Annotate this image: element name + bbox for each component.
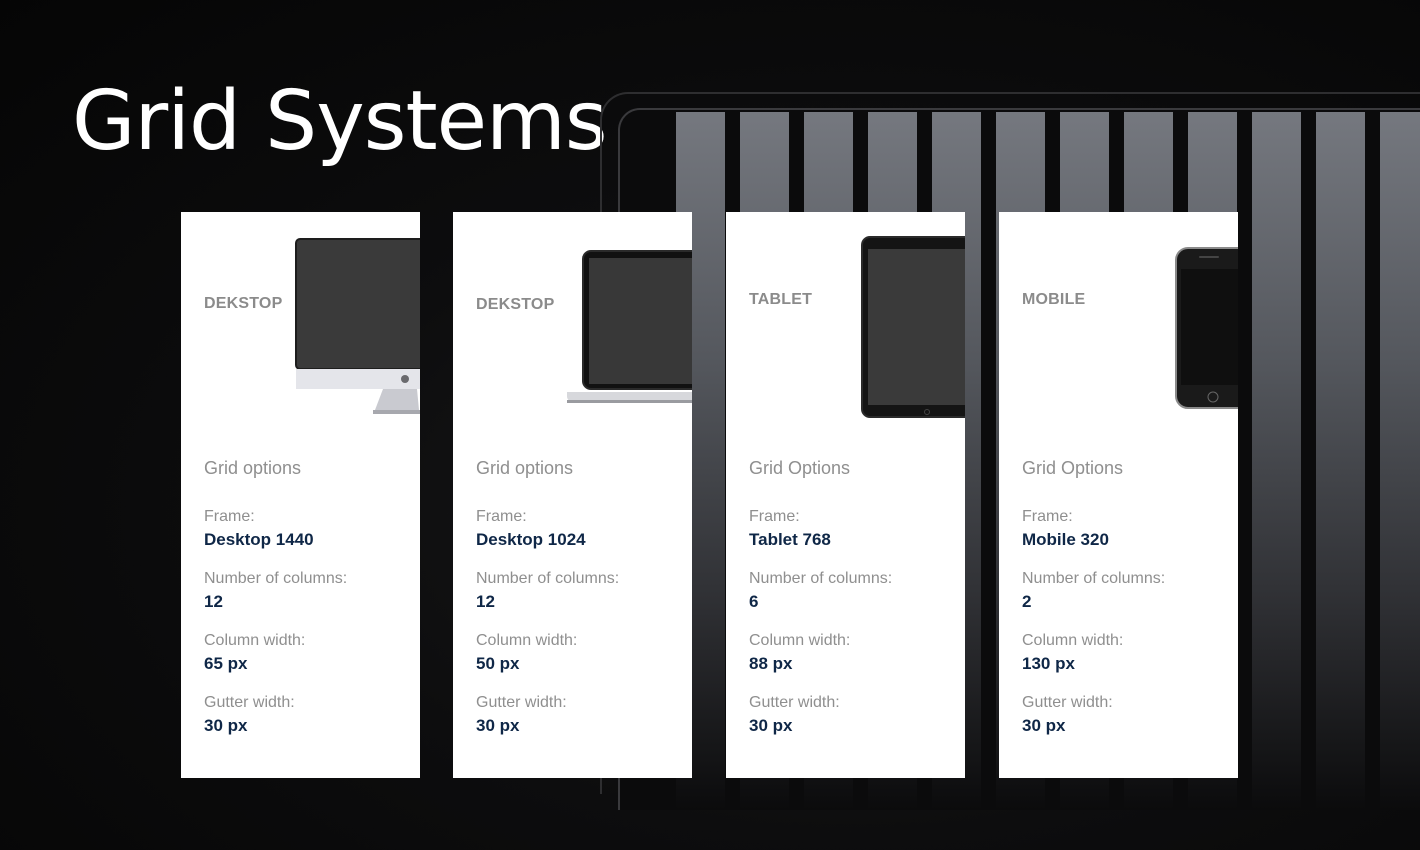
column-width-label: Column width:	[204, 632, 306, 649]
grid-column	[1380, 112, 1420, 810]
column-width-field: Column width: 50 px	[476, 630, 577, 676]
device-label: DEKSTOP	[476, 296, 555, 313]
frame-field: Frame: Tablet 768	[749, 506, 831, 552]
gutter-label: Gutter width:	[476, 694, 567, 711]
device-label: TABLET	[749, 291, 813, 308]
page-title: Grid Systems	[72, 74, 608, 169]
gutter-label: Gutter width:	[204, 694, 295, 711]
grid-options-title: Grid options	[476, 458, 574, 478]
column-width-value: 88 px	[749, 654, 793, 673]
column-width-label: Column width:	[749, 632, 851, 649]
grid-column	[1252, 112, 1301, 810]
phone-icon	[1175, 247, 1238, 409]
column-width-field: Column width: 65 px	[204, 630, 305, 676]
frame-value: Mobile 320	[1022, 530, 1109, 549]
columns-label: Number of columns:	[1022, 570, 1166, 587]
column-width-value: 130 px	[1022, 654, 1075, 673]
column-width-label: Column width:	[476, 632, 578, 649]
gutter-value: 30 px	[1022, 716, 1066, 735]
grid-card-desktop-1024: DEKSTOP Grid options Frame: Desktop 1024…	[453, 212, 692, 778]
frame-label: Frame:	[1022, 508, 1073, 525]
grid-card-desktop-1440: DEKSTOP Grid options Frame: Desktop 1440…	[181, 212, 420, 778]
columns-label: Number of columns:	[476, 570, 620, 587]
frame-label: Frame:	[204, 508, 255, 525]
device-label: DEKSTOP	[204, 295, 283, 312]
columns-value: 12	[204, 592, 223, 611]
grid-card-tablet-768: TABLET Grid Options Frame: Tablet 768 Nu…	[726, 212, 965, 778]
device-label: MOBILE	[1022, 291, 1086, 308]
column-width-field: Column width: 88 px	[749, 630, 850, 676]
gutter-field: Gutter width: 30 px	[749, 692, 840, 738]
gutter-field: Gutter width: 30 px	[1022, 692, 1113, 738]
columns-label: Number of columns:	[749, 570, 893, 587]
gutter-label: Gutter width:	[1022, 694, 1113, 711]
columns-field: Number of columns: 12	[476, 568, 619, 614]
columns-label: Number of columns:	[204, 570, 348, 587]
imac-icon	[295, 238, 420, 414]
columns-value: 2	[1022, 592, 1032, 611]
columns-value: 6	[749, 592, 759, 611]
grid-options-title: Grid Options	[749, 458, 851, 478]
grid-column	[1316, 112, 1365, 810]
columns-field: Number of columns: 6	[749, 568, 892, 614]
frame-value: Tablet 768	[749, 530, 831, 549]
column-width-field: Column width: 130 px	[1022, 630, 1123, 676]
gutter-label: Gutter width:	[749, 694, 840, 711]
grid-card-mobile-320: MOBILE Grid Options Frame: Mobile 320 Nu…	[999, 212, 1238, 778]
columns-value: 12	[476, 592, 495, 611]
frame-label: Frame:	[749, 508, 800, 525]
frame-field: Frame: Desktop 1024	[476, 506, 586, 552]
frame-field: Frame: Mobile 320	[1022, 506, 1109, 552]
column-width-value: 50 px	[476, 654, 520, 673]
columns-field: Number of columns: 12	[204, 568, 347, 614]
frame-value: Desktop 1024	[476, 530, 586, 549]
gutter-field: Gutter width: 30 px	[476, 692, 567, 738]
column-width-label: Column width:	[1022, 632, 1124, 649]
gutter-value: 30 px	[476, 716, 520, 735]
gutter-value: 30 px	[204, 716, 248, 735]
gutter-field: Gutter width: 30 px	[204, 692, 295, 738]
tablet-icon	[861, 236, 965, 418]
frame-value: Desktop 1440	[204, 530, 314, 549]
laptop-icon	[567, 250, 692, 403]
frame-field: Frame: Desktop 1440	[204, 506, 314, 552]
frame-label: Frame:	[476, 508, 527, 525]
columns-field: Number of columns: 2	[1022, 568, 1165, 614]
column-width-value: 65 px	[204, 654, 248, 673]
grid-options-title: Grid options	[204, 458, 302, 478]
grid-options-title: Grid Options	[1022, 458, 1124, 478]
gutter-value: 30 px	[749, 716, 793, 735]
